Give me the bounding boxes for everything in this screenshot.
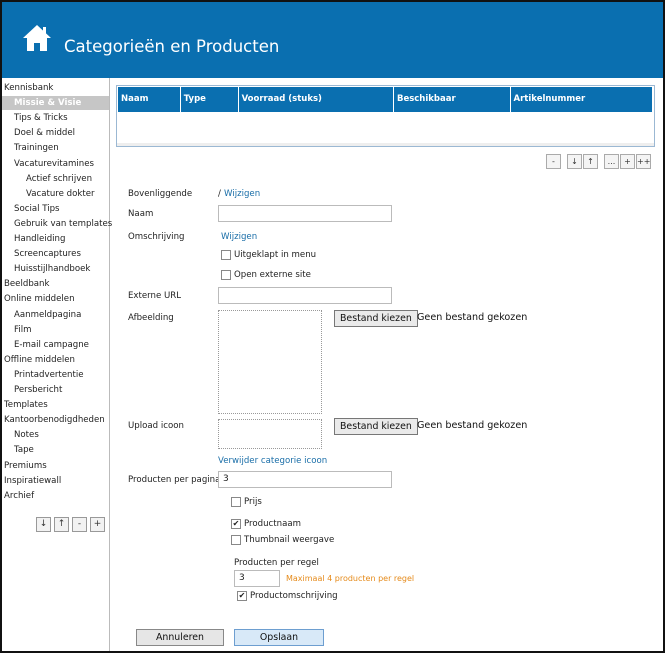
- sidebar-item[interactable]: Aanmeldpagina: [2, 308, 81, 322]
- name-label: Naam: [128, 209, 154, 219]
- external-url-label: Externe URL: [128, 291, 182, 301]
- sidebar-item[interactable]: Actief schrijven: [2, 172, 92, 186]
- sidebar-item[interactable]: Doel & middel: [2, 126, 75, 140]
- icon-choose-file-button[interactable]: Bestand kiezen: [334, 418, 418, 435]
- sidebar-item[interactable]: Social Tips: [2, 202, 60, 216]
- products-per-page-input[interactable]: 3: [218, 471, 392, 488]
- sidebar-item[interactable]: Templates: [2, 398, 48, 412]
- grid-column-header[interactable]: Voorraad (stuks): [239, 87, 394, 112]
- toolbar-move-up-button[interactable]: ↑: [583, 154, 598, 169]
- description-change-link[interactable]: Wijzigen: [221, 232, 257, 242]
- sidebar-item[interactable]: Vacaturevitamines: [2, 157, 94, 171]
- image-label: Afbeelding: [128, 313, 174, 323]
- sidebar-item[interactable]: E-mail campagne: [2, 338, 89, 352]
- save-button[interactable]: Opslaan: [234, 629, 324, 646]
- parent-change-link[interactable]: Wijzigen: [224, 189, 260, 199]
- icon-no-file-text: Geen bestand gekozen: [417, 420, 528, 431]
- upload-icon-label: Upload icoon: [128, 421, 184, 431]
- image-no-file-text: Geen bestand gekozen: [417, 312, 528, 323]
- price-label: Prijs: [244, 497, 262, 507]
- products-per-page-label: Producten per pagina: [128, 475, 221, 485]
- grid-column-header[interactable]: Beschikbaar: [394, 87, 511, 112]
- sidebar-item[interactable]: Screencaptures: [2, 247, 81, 261]
- sidebar-item[interactable]: Vacature dokter: [2, 187, 95, 201]
- thumbnail-label: Thumbnail weergave: [244, 535, 335, 545]
- toolbar-more-button[interactable]: ...: [604, 154, 619, 169]
- grid-column-header[interactable]: Naam: [118, 87, 181, 112]
- sidebar-item[interactable]: Handleiding: [2, 232, 65, 246]
- grid-toolbar: - ↓ ↑... + ++: [546, 154, 651, 169]
- grid-column-header[interactable]: Type: [181, 87, 239, 112]
- grid-scrollbar[interactable]: [117, 143, 654, 146]
- home-icon[interactable]: [22, 24, 52, 52]
- sidebar-item[interactable]: Persbericht: [2, 383, 62, 397]
- sidebar-item[interactable]: Huisstijlhandboek: [2, 262, 90, 276]
- grid-header: Naam Type Voorraad (stuks) Beschikbaar Artik…: [117, 86, 654, 113]
- sidebar-item[interactable]: Archief: [2, 489, 34, 503]
- sidebar-item[interactable]: Gebruik van templates: [2, 217, 112, 231]
- sidebar-item[interactable]: Film: [2, 323, 31, 337]
- sidebar-item[interactable]: Tape: [2, 443, 34, 457]
- product-description-label: Productomschrijving: [250, 591, 338, 601]
- external-url-input[interactable]: [218, 287, 392, 304]
- toolbar-remove-button[interactable]: -: [546, 154, 561, 169]
- toolbar-add-child-button[interactable]: ++: [636, 154, 651, 169]
- product-description-checkbox[interactable]: ✔: [237, 591, 247, 601]
- open-external-checkbox[interactable]: [221, 270, 231, 280]
- sidebar-item[interactable]: Printadvertentie: [2, 368, 84, 382]
- price-checkbox[interactable]: [231, 497, 241, 507]
- sidebar-item[interactable]: Beeldbank: [2, 277, 49, 291]
- sidebar-item[interactable]: Inspiratiewall: [2, 474, 61, 488]
- sidebar-remove-button[interactable]: -: [72, 517, 87, 532]
- sidebar-move-up-button[interactable]: ↑: [54, 517, 69, 532]
- product-grid[interactable]: Naam Type Voorraad (stuks) Beschikbaar Artik…: [116, 85, 655, 147]
- cancel-button[interactable]: Annuleren: [136, 629, 224, 646]
- per-row-label: Producten per regel: [234, 558, 319, 568]
- sidebar: ↓ ↑ - + Kennisbank Missie & Visie Tips & Tric…: [2, 78, 112, 651]
- product-name-label: Productnaam: [244, 519, 301, 529]
- collapsed-menu-checkbox[interactable]: [221, 250, 231, 260]
- product-name-checkbox[interactable]: ✔: [231, 519, 241, 529]
- page-title: Categorieën en Producten: [64, 37, 280, 56]
- sidebar-item[interactable]: Premiums: [2, 459, 47, 473]
- per-row-hint: Maximaal 4 producten per regel: [286, 574, 415, 583]
- sidebar-item[interactable]: Trainingen: [2, 141, 59, 155]
- grid-column-header[interactable]: Artikelnummer: [511, 87, 653, 112]
- app-header: Categorieën en Producten: [2, 2, 663, 78]
- collapsed-menu-label: Uitgeklapt in menu: [234, 250, 317, 260]
- open-external-label: Open externe site: [234, 270, 311, 280]
- sidebar-item[interactable]: Missie & Visie: [2, 96, 109, 111]
- remove-icon-link[interactable]: Verwijder categorie icoon: [218, 456, 327, 466]
- sidebar-item[interactable]: Tips & Tricks: [2, 111, 68, 125]
- image-preview: [218, 310, 322, 414]
- sidebar-add-button[interactable]: +: [90, 517, 105, 532]
- sidebar-item[interactable]: Kantoorbenodigdheden: [2, 413, 105, 427]
- thumbnail-checkbox[interactable]: [231, 535, 241, 545]
- toolbar-add-button[interactable]: +: [620, 154, 635, 169]
- per-row-input[interactable]: 3: [234, 570, 280, 587]
- parent-label: Bovenliggende: [128, 189, 193, 199]
- icon-preview: [218, 419, 322, 449]
- name-input[interactable]: [218, 205, 392, 222]
- parent-value: /: [218, 189, 221, 199]
- image-choose-file-button[interactable]: Bestand kiezen: [334, 310, 418, 327]
- sidebar-move-down-button[interactable]: ↓: [36, 517, 51, 532]
- sidebar-item[interactable]: Kennisbank: [2, 81, 53, 95]
- sidebar-item[interactable]: Notes: [2, 428, 39, 442]
- sidebar-item[interactable]: Online middelen: [2, 292, 75, 306]
- description-label: Omschrijving: [128, 232, 185, 242]
- sidebar-buttons: ↓ ↑ - +: [36, 517, 105, 532]
- sidebar-item[interactable]: Offline middelen: [2, 353, 75, 367]
- toolbar-move-down-button[interactable]: ↓: [567, 154, 582, 169]
